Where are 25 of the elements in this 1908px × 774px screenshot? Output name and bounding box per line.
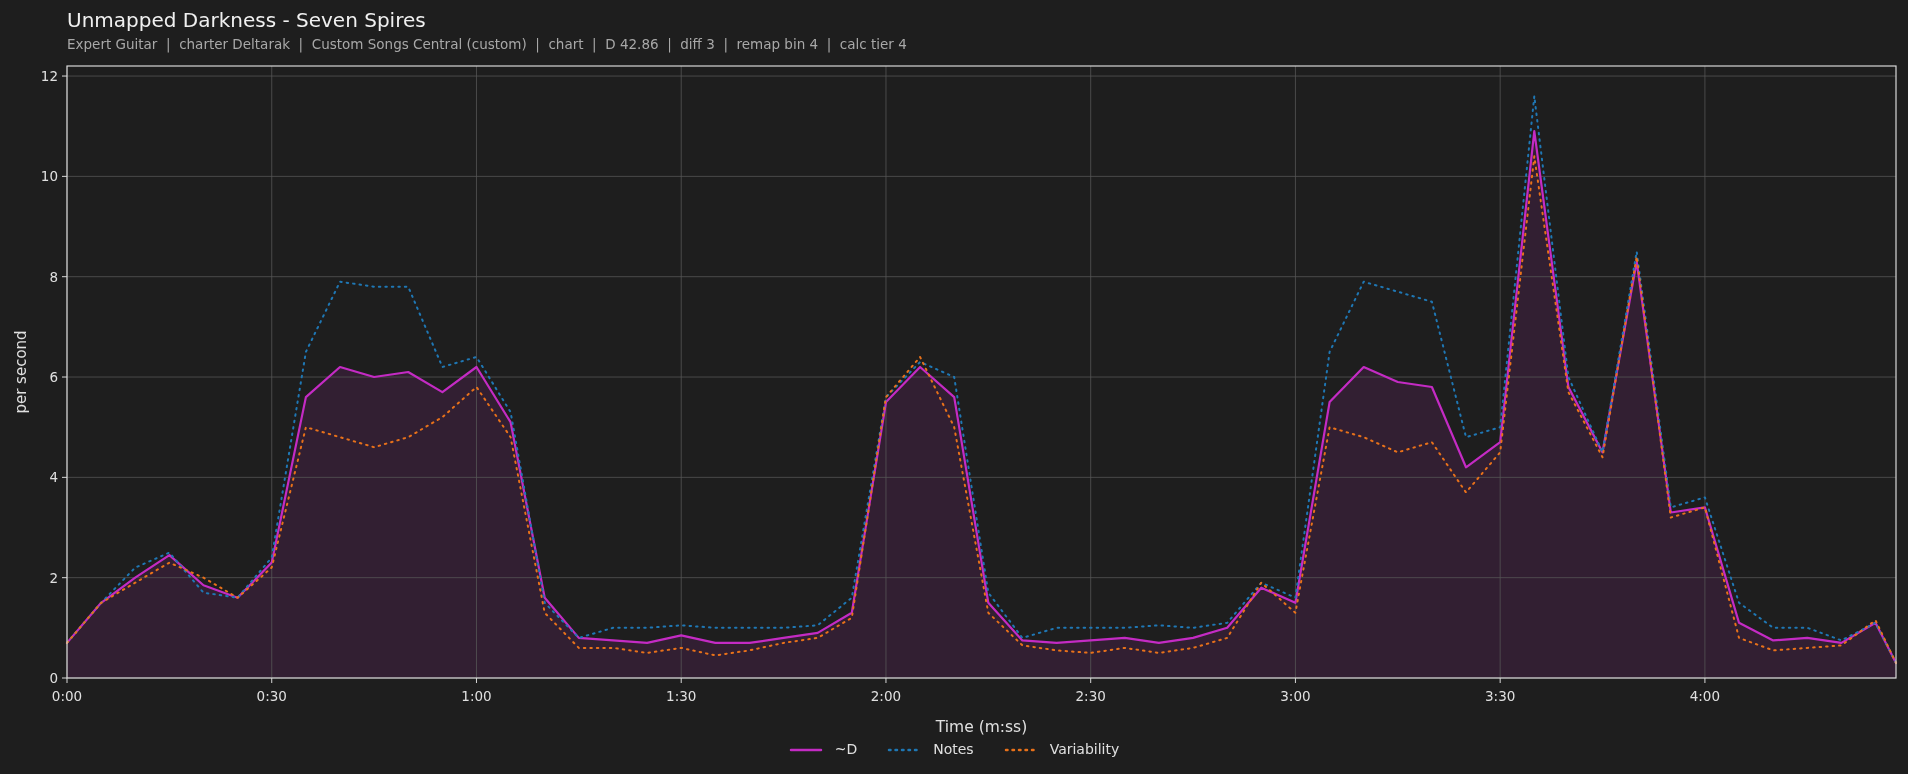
y-tick-label: 2 xyxy=(49,569,58,586)
y-tick-label: 12 xyxy=(40,68,58,85)
y-tick-label: 10 xyxy=(40,168,58,185)
x-tick-label: 0:00 xyxy=(51,688,83,704)
x-tick-label: 2:30 xyxy=(1075,688,1106,704)
legend-label: ~D xyxy=(834,740,858,759)
legend-label: Notes xyxy=(933,740,974,759)
x-tick-label: 1:30 xyxy=(666,688,697,704)
x-tick-label: 2:00 xyxy=(870,688,902,704)
y-tick-label: 0 xyxy=(49,670,58,686)
chart-subtitle: Expert Guitar | charter Deltarak | Custom Songs Central (custom) | chart | D 42.86 | diff 3 | remap bin 4 | calc tier 4 xyxy=(67,35,907,54)
legend-label: Variability xyxy=(1049,740,1120,759)
y-tick-label: 6 xyxy=(49,369,58,385)
x-tick-label: 3:30 xyxy=(1485,688,1516,704)
x-axis-label: Time (m:ss) xyxy=(935,718,1028,736)
y-axis-label: per second xyxy=(12,330,30,414)
x-tick-label: 1:00 xyxy=(461,688,492,704)
y-tick-label: 4 xyxy=(49,469,58,486)
y-tick-label: 8 xyxy=(49,268,58,285)
chart-title: Unmapped Darkness - Seven Spires xyxy=(67,7,426,34)
legend-line-icon xyxy=(788,747,823,752)
x-tick-label: 4:00 xyxy=(1689,688,1721,704)
legend-line-icon xyxy=(1003,747,1038,752)
x-tick-label: 3:00 xyxy=(1280,688,1311,704)
x-tick-label: 0:30 xyxy=(256,688,287,704)
